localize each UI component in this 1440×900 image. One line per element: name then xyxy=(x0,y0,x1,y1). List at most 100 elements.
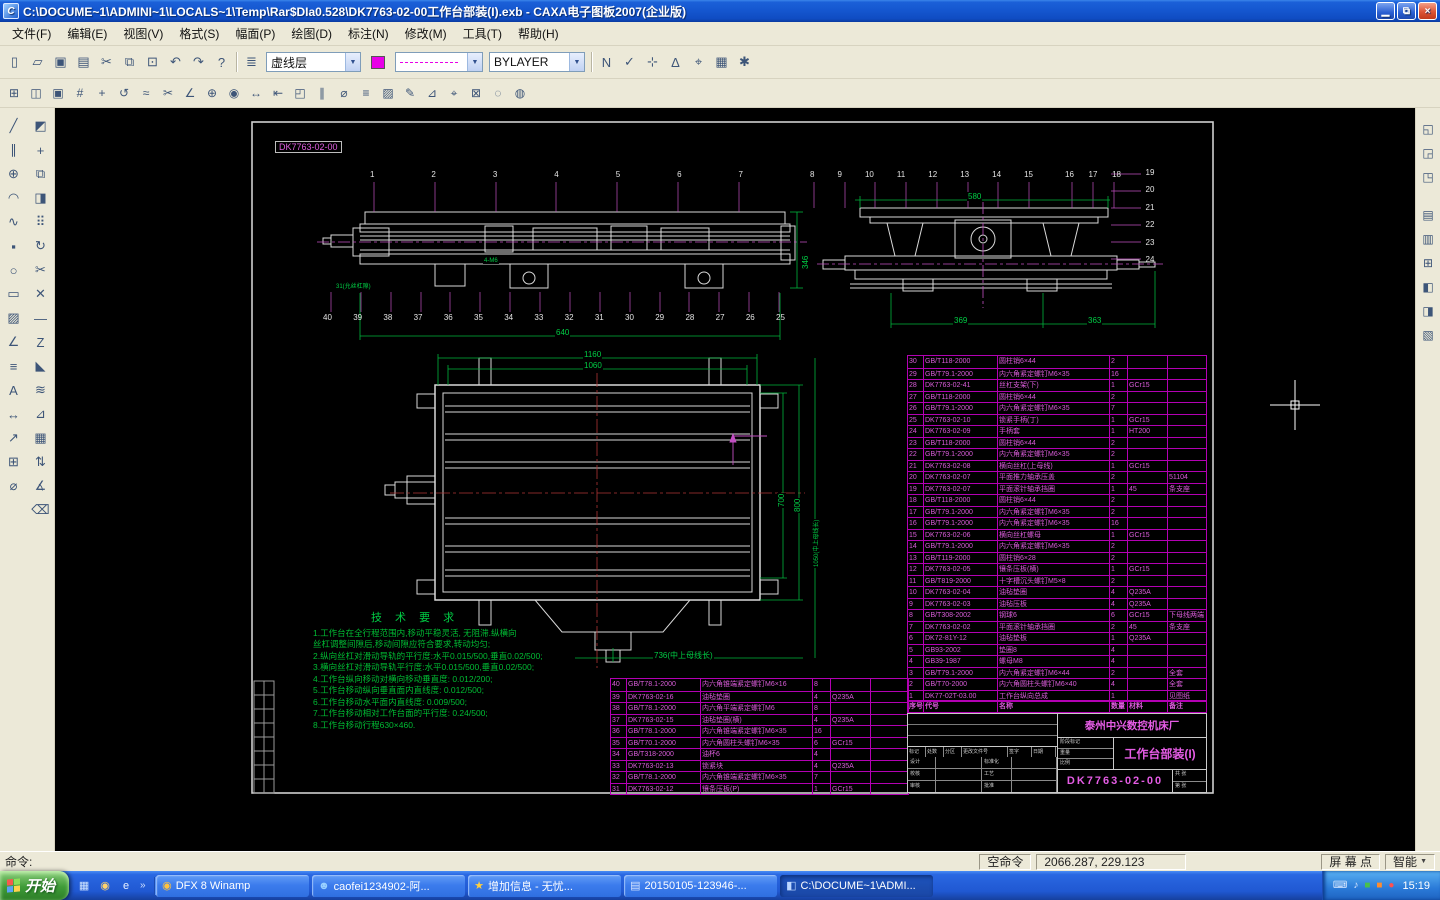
download-icon[interactable]: ■ xyxy=(1376,880,1382,891)
menu-item[interactable]: 编辑(E) xyxy=(59,23,115,44)
browser-icon[interactable]: e xyxy=(117,877,135,895)
circle-icon[interactable]: ⊕ xyxy=(201,83,223,103)
close-button[interactable]: × xyxy=(1418,2,1437,20)
circle-tool-icon[interactable]: ⊕ xyxy=(2,162,26,186)
save-file-icon[interactable]: ▣ xyxy=(49,51,72,73)
center-mark-icon[interactable]: ⌖ xyxy=(443,83,465,103)
hatch-tool-icon[interactable]: ▨ xyxy=(2,306,26,330)
quick-launch-overflow-icon[interactable]: » xyxy=(138,880,148,891)
redo-icon[interactable]: ↷ xyxy=(187,51,210,73)
zoom-in-icon[interactable]: ◍ xyxy=(509,83,531,103)
zoom-out-icon[interactable]: ◌ xyxy=(487,83,509,103)
layer-combo[interactable]: 虚线层 ▼ xyxy=(266,52,361,72)
snap-icon[interactable]: ⊹ xyxy=(641,51,664,73)
paper-setup-icon[interactable]: ◫ xyxy=(25,83,47,103)
command-prompt[interactable]: 命令: xyxy=(5,853,974,870)
zoom-tool-icon[interactable]: Z xyxy=(29,330,53,354)
ellipse-tool-icon[interactable]: ○ xyxy=(2,258,26,282)
drawing-canvas[interactable]: DK7763-02-00 1234567 8 9 10 11 12 13 14 15 16 17… xyxy=(55,108,1415,851)
capture-mode[interactable]: 屏 幕 点 xyxy=(1321,853,1381,870)
paste-icon[interactable]: ⊡ xyxy=(141,51,164,73)
print-icon[interactable]: ▤ xyxy=(72,51,95,73)
undo-icon[interactable]: ↶ xyxy=(164,51,187,73)
chevron-down-icon[interactable]: ▼ xyxy=(345,53,360,71)
parallel-icon[interactable]: ∥ xyxy=(311,83,333,103)
rectangle-tool-icon[interactable]: ▭ xyxy=(2,282,26,306)
taskbar-window-button[interactable]: ◧ C:\DOCUME~1\ADMI... xyxy=(780,874,934,897)
taskbar-window-button[interactable]: ☻ caofei1234902-阿... xyxy=(312,874,466,897)
line-tool-icon[interactable]: ╱ xyxy=(2,114,26,138)
antivirus-icon[interactable]: ■ xyxy=(1364,880,1370,891)
block-tool-icon[interactable]: ⊞ xyxy=(2,450,26,474)
layer-panel-icon[interactable]: ◧ xyxy=(1417,276,1439,298)
new-file-icon[interactable]: ▯ xyxy=(3,51,26,73)
text-tool-icon[interactable]: A xyxy=(2,378,26,402)
linetype-combo[interactable]: ▼ xyxy=(395,52,483,72)
menu-item[interactable]: 帮助(H) xyxy=(510,23,567,44)
trim-tool-icon[interactable]: ✂ xyxy=(29,258,53,282)
diameter-tool-icon[interactable]: ⌀ xyxy=(2,474,26,498)
cut-icon[interactable]: ✂ xyxy=(95,51,118,73)
point-icon[interactable]: + xyxy=(91,83,113,103)
multiline-tool-icon[interactable]: ≡ xyxy=(2,354,26,378)
spline-icon[interactable]: ≈ xyxy=(135,83,157,103)
arc-tool-icon[interactable]: ◠ xyxy=(2,186,26,210)
donut-icon[interactable]: ◉ xyxy=(223,83,245,103)
winamp-icon[interactable]: ◉ xyxy=(96,877,114,895)
start-button[interactable]: 开始 xyxy=(0,871,70,900)
stretch-tool-icon[interactable]: ≋ xyxy=(29,378,53,402)
properties-panel-icon[interactable]: ▤ xyxy=(1417,204,1439,226)
dimension-tool-icon[interactable]: ↔ xyxy=(2,402,26,426)
validate-icon[interactable]: ✓ xyxy=(618,51,641,73)
polyline-tool-icon[interactable]: ∠ xyxy=(2,330,26,354)
chamfer-icon[interactable]: ⊿ xyxy=(421,83,443,103)
taskbar-window-button[interactable]: ◉ DFX 8 Winamp xyxy=(156,874,310,897)
taskbar-window-button[interactable]: ▤ 20150105-123946-... xyxy=(624,874,778,897)
tile-windows-icon[interactable]: ◲ xyxy=(1417,142,1439,164)
titleblock-icon[interactable]: ▣ xyxy=(47,83,69,103)
menu-item[interactable]: 幅面(P) xyxy=(227,23,283,44)
angle-tool-icon[interactable]: ∡ xyxy=(29,474,53,498)
menu-item[interactable]: 工具(T) xyxy=(455,23,510,44)
fillet-tool-icon[interactable]: ⊿ xyxy=(29,402,53,426)
layer-manager-icon[interactable]: ≣ xyxy=(240,51,263,73)
sketch-icon[interactable]: ✎ xyxy=(399,83,421,103)
rotate-view-icon[interactable]: ↺ xyxy=(113,83,135,103)
offset-tool-icon[interactable]: ⇅ xyxy=(29,450,53,474)
snap-mode-combo[interactable]: 智能 ▼ xyxy=(1385,853,1435,870)
taskbar-window-button[interactable]: ★ 增加信息 - 无忧... xyxy=(468,874,622,897)
toolbox-panel-icon[interactable]: ▧ xyxy=(1417,324,1439,346)
color-picker-button[interactable] xyxy=(364,51,392,73)
array-tool-icon[interactable]: ⠿ xyxy=(29,210,53,234)
grid-icon[interactable]: ▦ xyxy=(710,51,733,73)
chevron-down-icon[interactable]: ▼ xyxy=(467,53,482,71)
leader-tool-icon[interactable]: ↗ xyxy=(2,426,26,450)
linewidth-combo[interactable]: BYLAYER ▼ xyxy=(489,52,585,72)
zoom-window-icon[interactable]: ◰ xyxy=(289,83,311,103)
erase-icon[interactable]: ⊠ xyxy=(465,83,487,103)
ortho-toggle-icon[interactable]: N xyxy=(595,51,618,73)
library-panel-icon[interactable]: ▥ xyxy=(1417,228,1439,250)
show-desktop-icon[interactable]: ▦ xyxy=(75,877,93,895)
scale-icon[interactable]: Δ xyxy=(664,51,687,73)
undo-entity-tool-icon[interactable]: ⌫ xyxy=(29,498,53,522)
chevron-down-icon[interactable]: ▼ xyxy=(569,53,584,71)
chevron-down-icon[interactable]: ▼ xyxy=(1420,855,1427,869)
copy-entity-tool-icon[interactable]: ⧉ xyxy=(29,162,53,186)
menu-item[interactable]: 视图(V) xyxy=(115,23,171,44)
copy-icon[interactable]: ⧉ xyxy=(118,51,141,73)
rotate-tool-icon[interactable]: ↻ xyxy=(29,234,53,258)
move-tool-icon[interactable]: + xyxy=(29,138,53,162)
minimize-button[interactable]: ▁ xyxy=(1376,2,1395,20)
parallel-line-tool-icon[interactable]: ∥ xyxy=(2,138,26,162)
angle-dim-icon[interactable]: ∠ xyxy=(179,83,201,103)
point-tool-icon[interactable]: ▪ xyxy=(2,234,26,258)
style-panel-icon[interactable]: ◨ xyxy=(1417,300,1439,322)
cascade-windows-icon[interactable]: ◱ xyxy=(1417,118,1439,140)
symbol-panel-icon[interactable]: ⊞ xyxy=(1417,252,1439,274)
hatch-icon[interactable]: ▨ xyxy=(377,83,399,103)
break-tool-icon[interactable]: — xyxy=(29,306,53,330)
grid-tool-icon[interactable]: ▦ xyxy=(29,426,53,450)
help-icon[interactable]: ? xyxy=(210,51,233,73)
menu-item[interactable]: 标注(N) xyxy=(340,23,397,44)
